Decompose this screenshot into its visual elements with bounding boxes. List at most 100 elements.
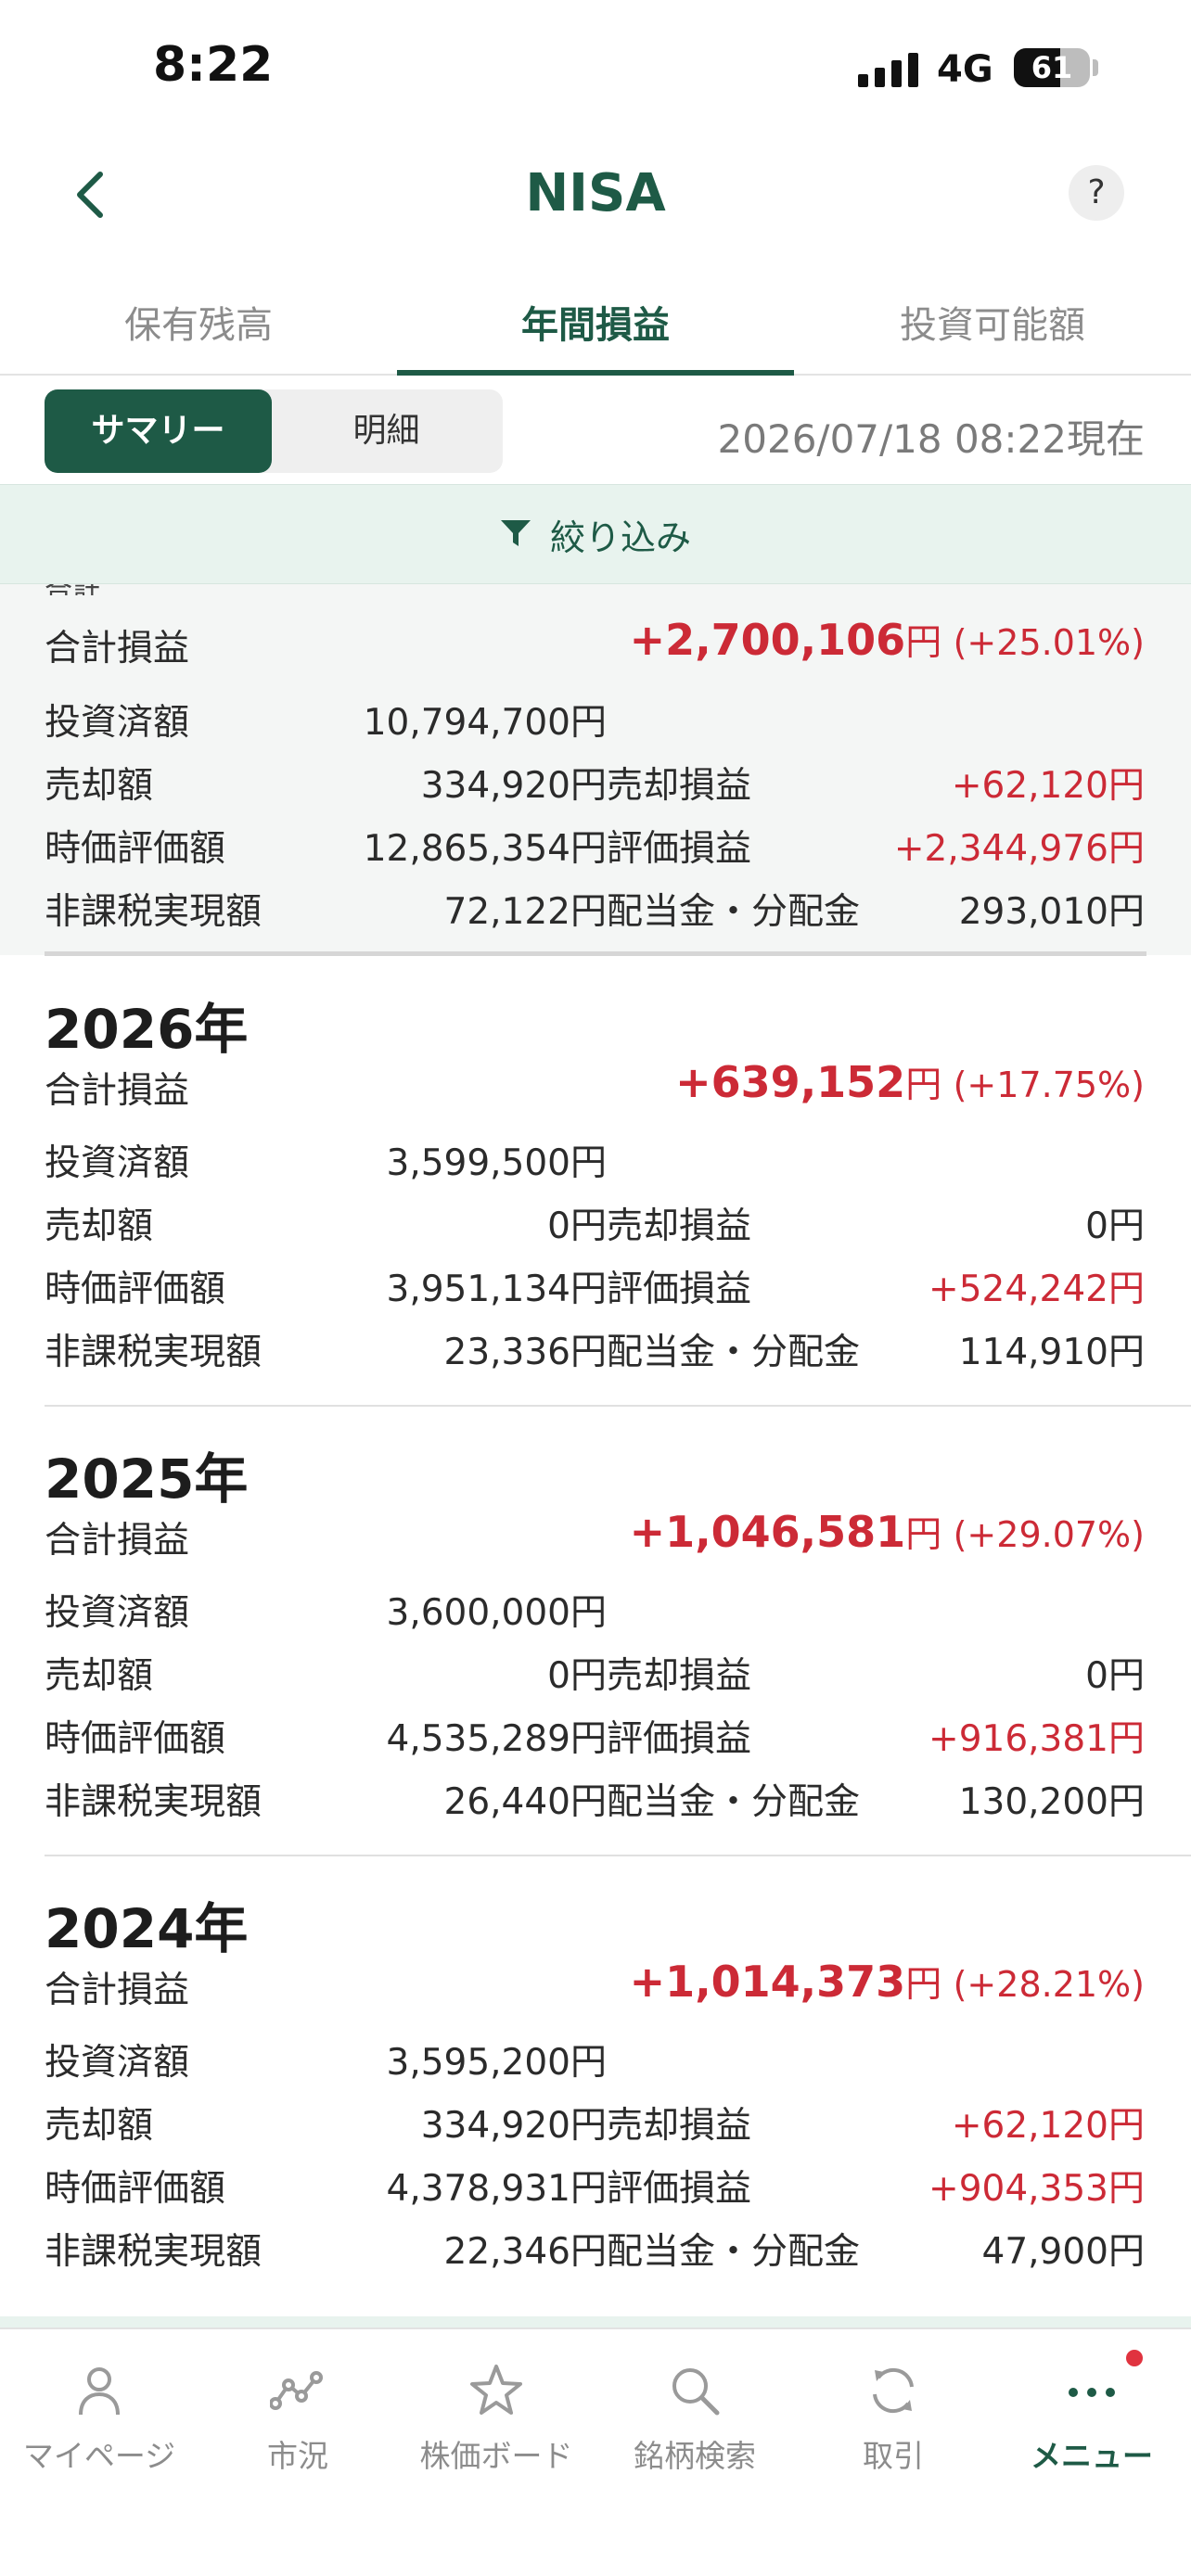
unrealized-label: 評価損益 — [607, 1269, 752, 1310]
sold-row: 売却額 0円 売却損益 0円 — [45, 1647, 1145, 1702]
total-pl-row: 合計損益 +1,046,581円 (+29.07%) — [45, 1506, 1145, 1562]
invested-value: 10,794,700円 — [363, 702, 607, 744]
sold-row: 売却額 334,920円 売却損益 +62,120円 — [45, 2097, 1145, 2152]
sale-pl-label: 売却損益 — [607, 765, 752, 807]
tab-annual-pl[interactable]: 年間損益 — [397, 287, 794, 376]
dividend-value: 293,010円 — [958, 891, 1145, 933]
sold-value: 0円 — [547, 1655, 607, 1697]
tab-investable[interactable]: 投資可能額 — [794, 287, 1191, 374]
view-segment: サマリー 明細 — [45, 389, 503, 473]
unrealized-value: +524,242円 — [928, 1269, 1145, 1310]
tabbar-board[interactable]: 株価ボード — [397, 2329, 596, 2474]
tax-free-realized-label: 非課税実現額 — [45, 1781, 263, 1823]
tabbar-market-label: 市況 — [267, 2438, 328, 2474]
invested-row: 投資済額 3,595,200円 — [45, 2034, 1145, 2089]
divider — [45, 1855, 1191, 1856]
segment-summary[interactable]: サマリー — [45, 389, 272, 473]
unrealized-value: +904,353円 — [928, 2168, 1145, 2210]
invested-value: 3,599,500円 — [386, 1142, 608, 1184]
search-icon — [672, 2368, 720, 2416]
nav-bar: NISA ? — [0, 139, 1191, 250]
total-pl-label: 合計損益 — [45, 1070, 190, 1112]
network-type: 4G — [937, 48, 993, 91]
market-value: 4,378,931円 — [386, 2168, 608, 2210]
dividend-value: 47,900円 — [981, 2231, 1145, 2273]
sold-value: 334,920円 — [420, 2105, 607, 2147]
sale-pl-label: 売却損益 — [607, 1655, 752, 1697]
invested-label: 投資済額 — [45, 1142, 190, 1184]
sold-value: 334,920円 — [420, 765, 607, 807]
tabbar-mypage[interactable]: マイページ — [0, 2329, 198, 2474]
sold-row: 売却額 0円 売却損益 0円 — [45, 1197, 1145, 1253]
status-bar: 8:22 4G 61 — [0, 0, 1191, 139]
person-icon — [79, 2367, 120, 2416]
market-value-label: 時価評価額 — [45, 1269, 226, 1310]
year-title: 2024年 — [45, 1897, 249, 1960]
total-pl-label: 合計損益 — [45, 628, 190, 670]
filter-button[interactable]: 絞り込み — [0, 484, 1191, 584]
invested-label: 投資済額 — [45, 2042, 190, 2084]
sold-label: 売却額 — [45, 2105, 154, 2147]
unrealized-label: 評価損益 — [607, 828, 752, 870]
market-value-label: 時価評価額 — [45, 1718, 226, 1760]
notification-dot — [1126, 2350, 1143, 2366]
tabbar-trade[interactable]: 取引 — [794, 2329, 992, 2474]
filter-label: 絞り込み — [549, 516, 691, 558]
page-title: NISA — [525, 163, 666, 223]
market-value: 12,865,354円 — [363, 828, 607, 870]
total-header-partial: 合計 — [45, 584, 119, 595]
unrealized-label: 評価損益 — [607, 1718, 752, 1760]
tabbar-search[interactable]: 銘柄検索 — [596, 2329, 794, 2474]
year-title: 2026年 — [45, 998, 249, 1061]
invested-row: 投資済額 3,600,000円 — [45, 1584, 1145, 1639]
invested-row: 投資済額 10,794,700円 — [45, 694, 1145, 749]
dividend-value: 130,200円 — [958, 1781, 1145, 1823]
total-pl-label: 合計損益 — [45, 1970, 190, 2011]
invested-label: 投資済額 — [45, 702, 190, 744]
invested-value: 3,595,200円 — [386, 2042, 608, 2084]
unrealized-label: 評価損益 — [607, 2168, 752, 2210]
tax-free-realized-label: 非課税実現額 — [45, 1332, 263, 1373]
market-value-label: 時価評価額 — [45, 828, 226, 870]
bottom-tab-bar: マイページ 市況 株価ボード 銘柄検索 取引 メニュー — [0, 2327, 1191, 2576]
tab-holdings[interactable]: 保有残高 — [0, 287, 397, 374]
unrealized-value: +2,344,976円 — [893, 828, 1145, 870]
total-pl-label: 合計損益 — [45, 1520, 190, 1562]
realized-row: 非課税実現額 22,346円 配当金・分配金 47,900円 — [45, 2223, 1145, 2278]
dividend-label: 配当金・分配金 — [607, 891, 861, 933]
year-block-2025: 2025年 合計損益 +1,046,581円 (+29.07%) 投資済額 3,… — [0, 1409, 1191, 1855]
help-button[interactable]: ? — [1069, 165, 1124, 221]
year-block-2024: 2024年 合計損益 +1,014,373円 (+28.21%) 投資済額 3,… — [0, 1859, 1191, 2304]
star-icon — [470, 2365, 522, 2415]
sale-pl-label: 売却損益 — [607, 1205, 752, 1247]
market-value: 4,535,289円 — [386, 1718, 608, 1760]
tabbar-market[interactable]: 市況 — [198, 2329, 397, 2474]
tabbar-search-label: 銘柄検索 — [634, 2438, 756, 2474]
tabbar-menu-label: メニュー — [1031, 2438, 1153, 2474]
status-time: 8:22 — [153, 37, 274, 93]
sold-label: 売却額 — [45, 765, 154, 807]
year-block-2026: 2026年 合計損益 +639,152円 (+17.75%) 投資済額 3,59… — [0, 960, 1191, 1405]
sold-label: 売却額 — [45, 1655, 154, 1697]
invested-value: 3,600,000円 — [386, 1592, 608, 1634]
sale-pl-label: 売却損益 — [607, 2105, 752, 2147]
sold-value: 0円 — [547, 1205, 607, 1247]
dividend-label: 配当金・分配金 — [607, 1781, 861, 1823]
filter-icon — [500, 520, 531, 546]
year-title: 2025年 — [45, 1447, 249, 1511]
divider — [45, 1405, 1191, 1407]
tax-free-realized-label: 非課税実現額 — [45, 891, 263, 933]
segment-detail[interactable]: 明細 — [272, 389, 501, 473]
market-value: 3,951,134円 — [386, 1269, 608, 1310]
invested-row: 投資済額 3,599,500円 — [45, 1134, 1145, 1190]
market-value-label: 時価評価額 — [45, 2168, 226, 2210]
battery-icon: 61 — [1014, 48, 1090, 87]
sold-row: 売却額 334,920円 売却損益 +62,120円 — [45, 757, 1145, 812]
realized-row: 非課税実現額 23,336円 配当金・分配金 114,910円 — [45, 1323, 1145, 1379]
sale-pl-value: 0円 — [1085, 1655, 1145, 1697]
market-row: 時価評価額 4,378,931円 評価損益 +904,353円 — [45, 2160, 1145, 2215]
tabbar-trade-label: 取引 — [863, 2438, 924, 2474]
total-pl-row: 合計損益 +2,700,106円 (+25.01%) — [45, 614, 1145, 670]
tabbar-menu[interactable]: メニュー — [992, 2329, 1191, 2474]
sale-pl-value: +62,120円 — [951, 2105, 1145, 2147]
